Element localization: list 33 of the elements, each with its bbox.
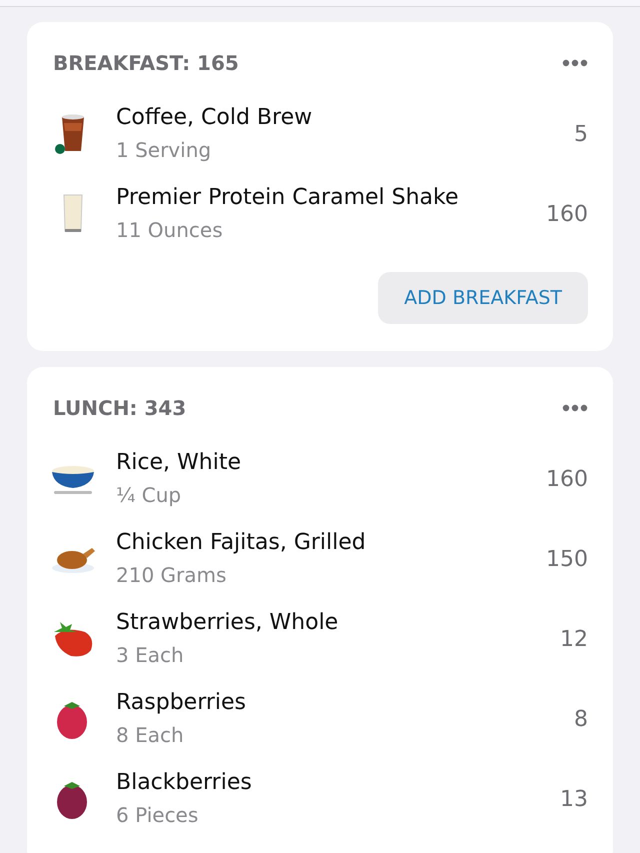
food-name: Rice, White <box>116 449 242 477</box>
serving-size: ¼ Cup <box>116 482 182 509</box>
food-row[interactable]: Blackberries 6 Pieces 13 <box>53 759 588 839</box>
serving-size: 11 Ounces <box>116 217 224 244</box>
serving-size: 1 Serving <box>116 137 212 164</box>
food-name: Strawberries, Whole <box>116 609 340 637</box>
food-row[interactable]: Strawberries, Whole 3 Each 12 <box>53 599 588 679</box>
meal-title: LUNCH: 343 <box>53 396 186 420</box>
serving-size: 8 Each <box>116 722 185 749</box>
calories: 12 <box>560 626 588 652</box>
calories: 5 <box>574 122 588 146</box>
calories: 160 <box>546 466 588 492</box>
food-row[interactable]: Rice, White ¼ Cup 160 <box>53 439 588 519</box>
food-row[interactable]: Coffee, Cold Brew 1 Serving 5 <box>53 94 588 174</box>
food-name: Premier Protein Caramel Shake <box>116 184 460 212</box>
calories: 150 <box>546 546 588 572</box>
calories: 160 <box>546 202 588 226</box>
food-name: Blackberries <box>116 769 253 797</box>
food-row[interactable]: Raspberries 8 Each 8 <box>53 679 588 759</box>
food-row[interactable]: Premier Protein Caramel Shake 11 Ounces 160 <box>53 174 588 254</box>
calories: 13 <box>560 786 588 812</box>
serving-size: 210 Grams <box>116 562 228 589</box>
serving-size: 6 Pieces <box>116 802 200 829</box>
food-name: Raspberries <box>116 689 248 717</box>
add-food-button[interactable]: ADD BREAKFAST <box>378 272 588 324</box>
more-button[interactable] <box>562 404 588 412</box>
more-button[interactable] <box>562 59 588 67</box>
serving-size: 3 Each <box>116 642 185 669</box>
food-name: Chicken Fajitas, Grilled <box>116 529 367 557</box>
food-name: Coffee, Cold Brew <box>116 104 314 132</box>
meal-title: BREAKFAST: 165 <box>53 51 239 75</box>
calories: 8 <box>574 706 588 732</box>
food-row[interactable]: Chicken Fajitas, Grilled 210 Grams 150 <box>53 519 588 599</box>
